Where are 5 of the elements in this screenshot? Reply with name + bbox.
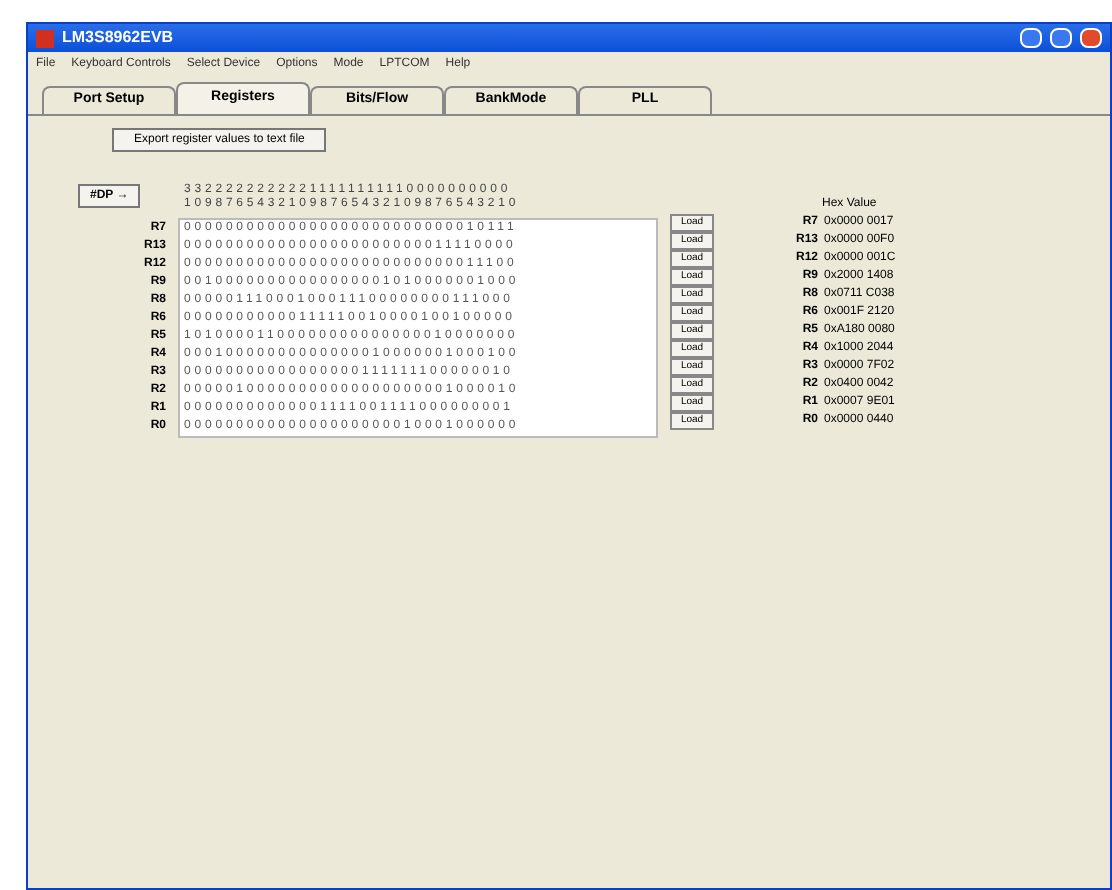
maximize-button[interactable] <box>1050 28 1072 48</box>
minimize-button[interactable] <box>1020 28 1042 48</box>
close-button[interactable] <box>1080 28 1102 48</box>
window-title: LM3S8962EVB <box>62 26 174 50</box>
app-icon <box>36 29 54 47</box>
